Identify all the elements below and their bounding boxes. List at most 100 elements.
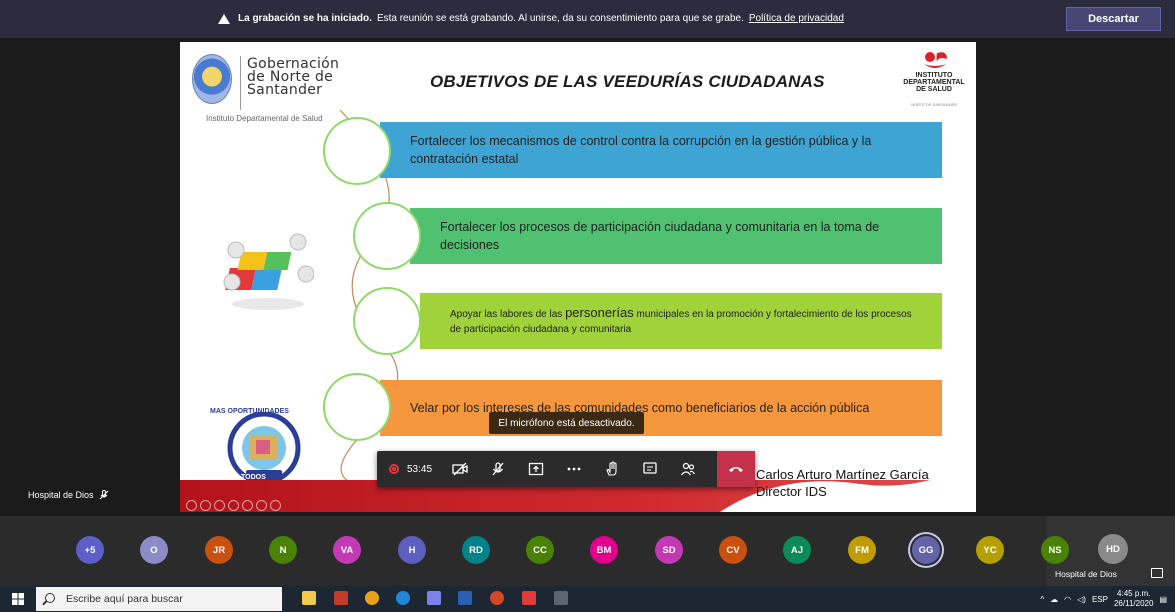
ellipsis-icon (567, 467, 581, 471)
participant-avatar[interactable]: FM (848, 536, 876, 564)
chrome-icon[interactable] (365, 591, 379, 605)
objective-circle-3 (353, 287, 421, 355)
objective-bar-2: Fortalecer los procesos de participación… (410, 208, 942, 264)
dismiss-button[interactable]: Descartar (1066, 7, 1161, 31)
call-timer: 53:45 (407, 463, 433, 475)
call-controls-bar: 53:45 (377, 451, 755, 487)
volume-icon[interactable]: ◁) (1077, 595, 1086, 604)
participant-avatar[interactable]: BM (590, 536, 618, 564)
hang-up-button[interactable] (717, 451, 755, 487)
self-avatar: HD (1098, 534, 1128, 564)
participant-avatar[interactable]: NS (1041, 536, 1069, 564)
presenter-name: Hospital de Dios (28, 490, 94, 500)
screen-share-icon (1151, 568, 1163, 578)
camera-off-icon (452, 462, 468, 476)
objective-circle-2 (353, 202, 421, 270)
clock-time: 4:45 p.m. (1117, 589, 1151, 598)
objective-3-emphasis: personerías (565, 305, 634, 320)
participant-avatar[interactable]: CV (719, 536, 747, 564)
file-explorer-icon[interactable] (302, 591, 316, 605)
slide-nav-controls[interactable] (186, 500, 281, 511)
word-icon[interactable] (458, 591, 472, 605)
language-indicator[interactable]: ESP (1092, 595, 1108, 604)
teams-icon[interactable] (427, 591, 441, 605)
objective-bar-3: Apoyar las labores de las personerías mu… (420, 293, 942, 349)
share-tray-icon (528, 462, 544, 476)
participant-avatar[interactable]: AJ (783, 536, 811, 564)
next-slide-icon[interactable] (200, 500, 211, 511)
objective-bar-1: Fortalecer los mecanismos de control con… (380, 122, 942, 178)
search-placeholder: Escribe aquí para buscar (66, 593, 183, 605)
edge-icon[interactable] (396, 591, 410, 605)
tray-chevron-icon[interactable]: ^ (1040, 595, 1044, 604)
app-icon-bars[interactable] (334, 591, 348, 605)
objective-3-pre: Apoyar las labores de las (450, 309, 563, 320)
recording-banner: La grabación se ha iniciado. Esta reunió… (0, 0, 1175, 38)
windows-taskbar: Escribe aquí para buscar ^ ☁ ◠ ◁) ESP 4:… (0, 586, 1175, 612)
participants-strip: HD Hospital de Dios +5 O JR N VA H RD CC BM SD CV A… (0, 516, 1175, 586)
wifi-icon[interactable]: ◠ (1064, 595, 1071, 604)
people-icon (681, 462, 696, 476)
app-icon-misc[interactable] (554, 591, 568, 605)
participant-avatar[interactable]: SD (655, 536, 683, 564)
taskbar-clock[interactable]: 4:45 p.m. 26/11/2020 (1114, 589, 1153, 609)
signature-name: Carlos Arturo Martínez García (756, 467, 929, 482)
notifications-icon[interactable]: ▤ (1159, 595, 1167, 604)
participant-avatar[interactable]: VA (333, 536, 361, 564)
objective-3-text: Apoyar las labores de las personerías mu… (450, 305, 918, 337)
presentation-slide: Gobernación de Norte de Santander Instit… (180, 42, 976, 512)
search-icon (45, 593, 55, 603)
objective-circle-1 (323, 117, 391, 185)
windows-logo-icon (12, 593, 24, 605)
participant-avatar[interactable]: H (398, 536, 426, 564)
share-content-button[interactable] (517, 451, 555, 487)
raise-hand-button[interactable] (593, 451, 631, 487)
more-participants-avatar[interactable]: +5 (76, 536, 104, 564)
recording-message: La grabación se ha iniciado. Esta reunió… (218, 13, 844, 24)
slides-grid-icon[interactable] (228, 500, 239, 511)
clock-date: 26/11/2020 (1113, 599, 1154, 608)
pen-tool-icon[interactable] (214, 500, 225, 511)
mic-muted-tooltip: El micrófono está desactivado. (489, 412, 644, 434)
slide-signature: Carlos Arturo Martínez García Director I… (756, 466, 929, 500)
participant-avatar[interactable]: JR (205, 536, 233, 564)
participant-avatar[interactable]: GG (912, 536, 940, 564)
mic-off-icon (492, 462, 504, 476)
acrobat-icon[interactable] (522, 591, 536, 605)
prev-slide-icon[interactable] (186, 500, 197, 511)
warning-icon (218, 13, 230, 24)
shared-content-stage: Gobernación de Norte de Santander Instit… (0, 38, 1175, 516)
teams-meeting-window: La grabación se ha iniciado. Esta reunió… (0, 0, 1175, 612)
hand-icon (606, 461, 617, 476)
more-actions-button[interactable] (555, 451, 593, 487)
more-options-icon[interactable] (270, 500, 281, 511)
taskbar-search-input[interactable]: Escribe aquí para buscar (36, 587, 282, 611)
powerpoint-icon[interactable] (490, 591, 504, 605)
chat-icon (643, 462, 657, 474)
start-button[interactable] (0, 586, 36, 612)
zoom-icon[interactable] (242, 500, 253, 511)
participant-avatar[interactable]: N (269, 536, 297, 564)
chat-button[interactable] (631, 451, 669, 487)
recording-text: Esta reunión se está grabando. Al unirse… (376, 13, 744, 24)
self-label: Hospital de Dios (1055, 569, 1117, 579)
privacy-policy-link[interactable]: Política de privacidad (749, 13, 844, 24)
recording-title: La grabación se ha iniciado. (238, 13, 372, 24)
recording-indicator-icon (389, 464, 399, 474)
pointer-icon[interactable] (256, 500, 267, 511)
participant-avatar[interactable]: YC (976, 536, 1004, 564)
camera-toggle-button[interactable] (441, 451, 479, 487)
objective-2-text: Fortalecer los procesos de participación… (440, 220, 880, 252)
badge-top-text: MAS OPORTUNIDADES (210, 408, 289, 415)
participant-avatar[interactable]: RD (462, 536, 490, 564)
system-tray: ^ ☁ ◠ ◁) ESP 4:45 p.m. 26/11/2020 ▤ (1040, 586, 1167, 612)
cloud-icon[interactable]: ☁ (1050, 595, 1058, 604)
objective-bar-4: Velar por los intereses de las comunidad… (380, 380, 942, 436)
participants-button[interactable] (669, 451, 707, 487)
puzzle-people-illustration (223, 233, 314, 310)
participant-avatar[interactable]: CC (526, 536, 554, 564)
mic-muted-icon (99, 490, 108, 500)
phone-hangup-icon (729, 467, 743, 472)
mic-toggle-button[interactable] (479, 451, 517, 487)
participant-avatar[interactable]: O (140, 536, 168, 564)
